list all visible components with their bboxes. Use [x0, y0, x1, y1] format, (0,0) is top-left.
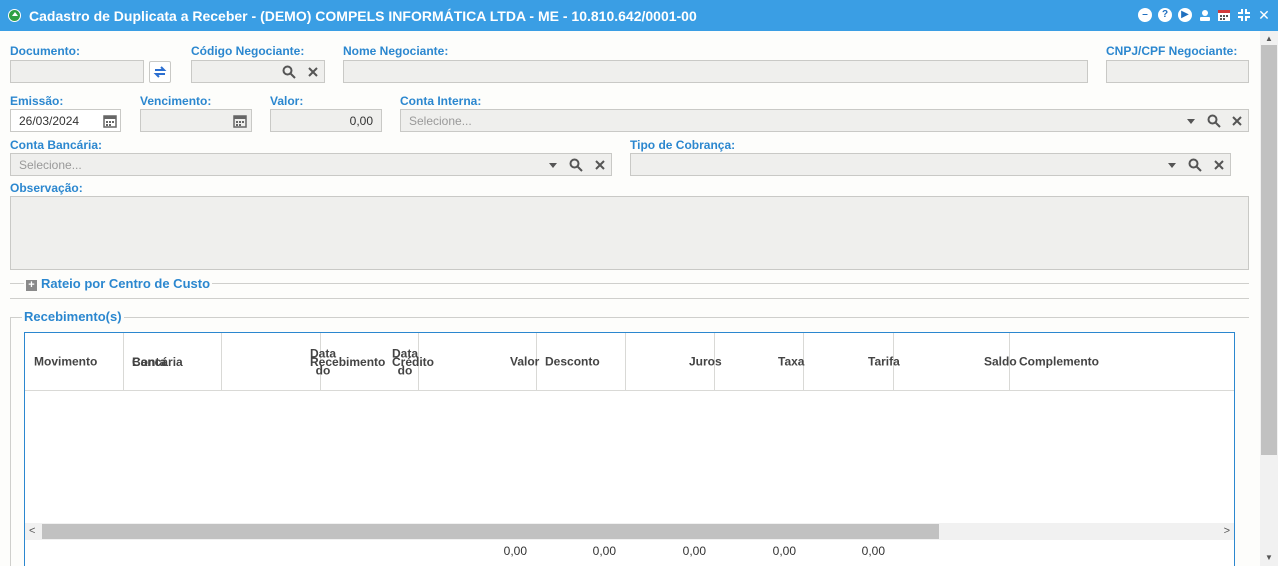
total-tarifa: 0,00 [861, 544, 885, 558]
cnpj-cpf-label: CNPJ/CPF Negociante: [1106, 44, 1238, 58]
recebimentos-grid[interactable]: Movimento Conta Bancária Data do Recebimen… [24, 332, 1235, 566]
dropdown-icon[interactable] [546, 158, 560, 172]
col-conta-bancaria[interactable]: Conta Bancária [124, 333, 222, 391]
calendar-icon[interactable] [103, 114, 117, 128]
plus-icon: + [26, 280, 37, 291]
col-data-credito[interactable]: Data do Crédito [321, 333, 434, 391]
dropdown-icon[interactable] [1165, 158, 1179, 172]
play-icon[interactable]: ▶ [1178, 8, 1192, 22]
total-valor: 0,00 [503, 544, 527, 558]
close-icon[interactable]: ✕ [1257, 8, 1271, 22]
codigo-negociante-field[interactable] [191, 60, 325, 83]
window-title: Cadastro de Duplicata a Receber - (DEMO)… [29, 8, 697, 24]
observacao-label: Observação: [10, 181, 83, 195]
clear-icon[interactable] [1212, 158, 1226, 172]
dropdown-icon[interactable] [1184, 114, 1198, 128]
total-juros: 0,00 [682, 544, 706, 558]
conta-bancaria-select[interactable]: Selecione... [10, 153, 612, 176]
scroll-left-icon[interactable]: < [29, 525, 35, 537]
documento-field[interactable] [10, 60, 144, 83]
emissao-field[interactable]: 26/03/2024 [10, 109, 121, 132]
valor-label: Valor: [270, 94, 304, 108]
col-movimento[interactable]: Movimento [25, 333, 124, 391]
total-desconto: 0,00 [592, 544, 616, 558]
valor-value: 0,00 [349, 114, 373, 128]
col-saldo[interactable]: Saldo [894, 333, 1017, 391]
help-icon[interactable]: ? [1158, 8, 1172, 22]
tipo-cobranca-label: Tipo de Cobrança: [630, 138, 736, 152]
search-icon[interactable] [569, 158, 583, 172]
recebimentos-title: Recebimento(s) [22, 309, 124, 324]
col-tarifa[interactable]: Tarifa [804, 333, 900, 391]
recebimentos-left-border [10, 317, 11, 566]
minimize-icon[interactable]: – [1138, 8, 1152, 22]
sync-button[interactable] [149, 61, 171, 83]
total-taxa: 0,00 [772, 544, 796, 558]
user-icon[interactable] [1198, 8, 1212, 22]
conta-interna-label: Conta Interna: [400, 94, 482, 108]
scroll-right-icon[interactable]: > [1224, 525, 1230, 537]
grid-scroll-thumb[interactable] [42, 524, 939, 539]
window-titlebar: Cadastro de Duplicata a Receber - (DEMO)… [0, 0, 1278, 31]
nome-negociante-label: Nome Negociante: [343, 44, 449, 58]
page-vertical-scrollbar[interactable]: ▲ ▼ [1260, 31, 1278, 566]
conta-bancaria-placeholder: Selecione... [19, 158, 82, 172]
rateio-title: Rateio por Centro de Custo [41, 276, 211, 291]
conta-bancaria-label: Conta Bancária: [10, 138, 103, 152]
col-desconto[interactable]: Desconto [537, 333, 626, 391]
page-scroll-thumb[interactable] [1261, 45, 1277, 455]
observacao-textarea[interactable] [10, 196, 1249, 270]
search-icon[interactable] [282, 65, 296, 79]
grid-header: Movimento Conta Bancária Data do Recebimen… [25, 333, 1234, 391]
calendar-icon[interactable] [1217, 8, 1231, 22]
calendar-icon[interactable] [233, 114, 247, 128]
col-taxa[interactable]: Taxa [715, 333, 804, 391]
cnpj-cpf-field[interactable] [1106, 60, 1249, 83]
col-complemento[interactable]: Complemento [1010, 333, 1234, 391]
clear-icon[interactable] [306, 65, 320, 79]
scroll-down-icon[interactable]: ▼ [1265, 553, 1273, 562]
col-juros[interactable]: Juros [626, 333, 722, 391]
conta-interna-placeholder: Selecione... [409, 114, 472, 128]
grid-horizontal-scrollbar[interactable]: < > [25, 523, 1234, 540]
emissao-label: Emissão: [10, 94, 64, 108]
sync-icon [153, 66, 167, 78]
col-valor[interactable]: Valor [419, 333, 539, 391]
valor-field[interactable]: 0,00 [270, 109, 382, 132]
conta-interna-select[interactable]: Selecione... [400, 109, 1249, 132]
vencimento-field[interactable] [140, 109, 252, 132]
rateio-toggle[interactable]: + Rateio por Centro de Custo [24, 276, 213, 291]
window-app-icon [8, 9, 21, 22]
vencimento-label: Vencimento: [140, 94, 212, 108]
documento-label: Documento: [10, 44, 80, 58]
codigo-negociante-label: Código Negociante: [191, 44, 305, 58]
recebimentos-divider [10, 317, 1249, 318]
clear-icon[interactable] [593, 158, 607, 172]
search-icon[interactable] [1207, 114, 1221, 128]
clear-icon[interactable] [1230, 114, 1244, 128]
nome-negociante-field[interactable] [343, 60, 1088, 83]
search-icon[interactable] [1188, 158, 1202, 172]
tipo-cobranca-select[interactable] [630, 153, 1231, 176]
restore-icon[interactable] [1237, 8, 1251, 22]
scroll-up-icon[interactable]: ▲ [1265, 34, 1273, 43]
emissao-value: 26/03/2024 [19, 114, 80, 128]
rateio-bottom-divider [10, 298, 1249, 299]
col-data-recebimento[interactable]: Data do Recebimento [222, 333, 385, 391]
